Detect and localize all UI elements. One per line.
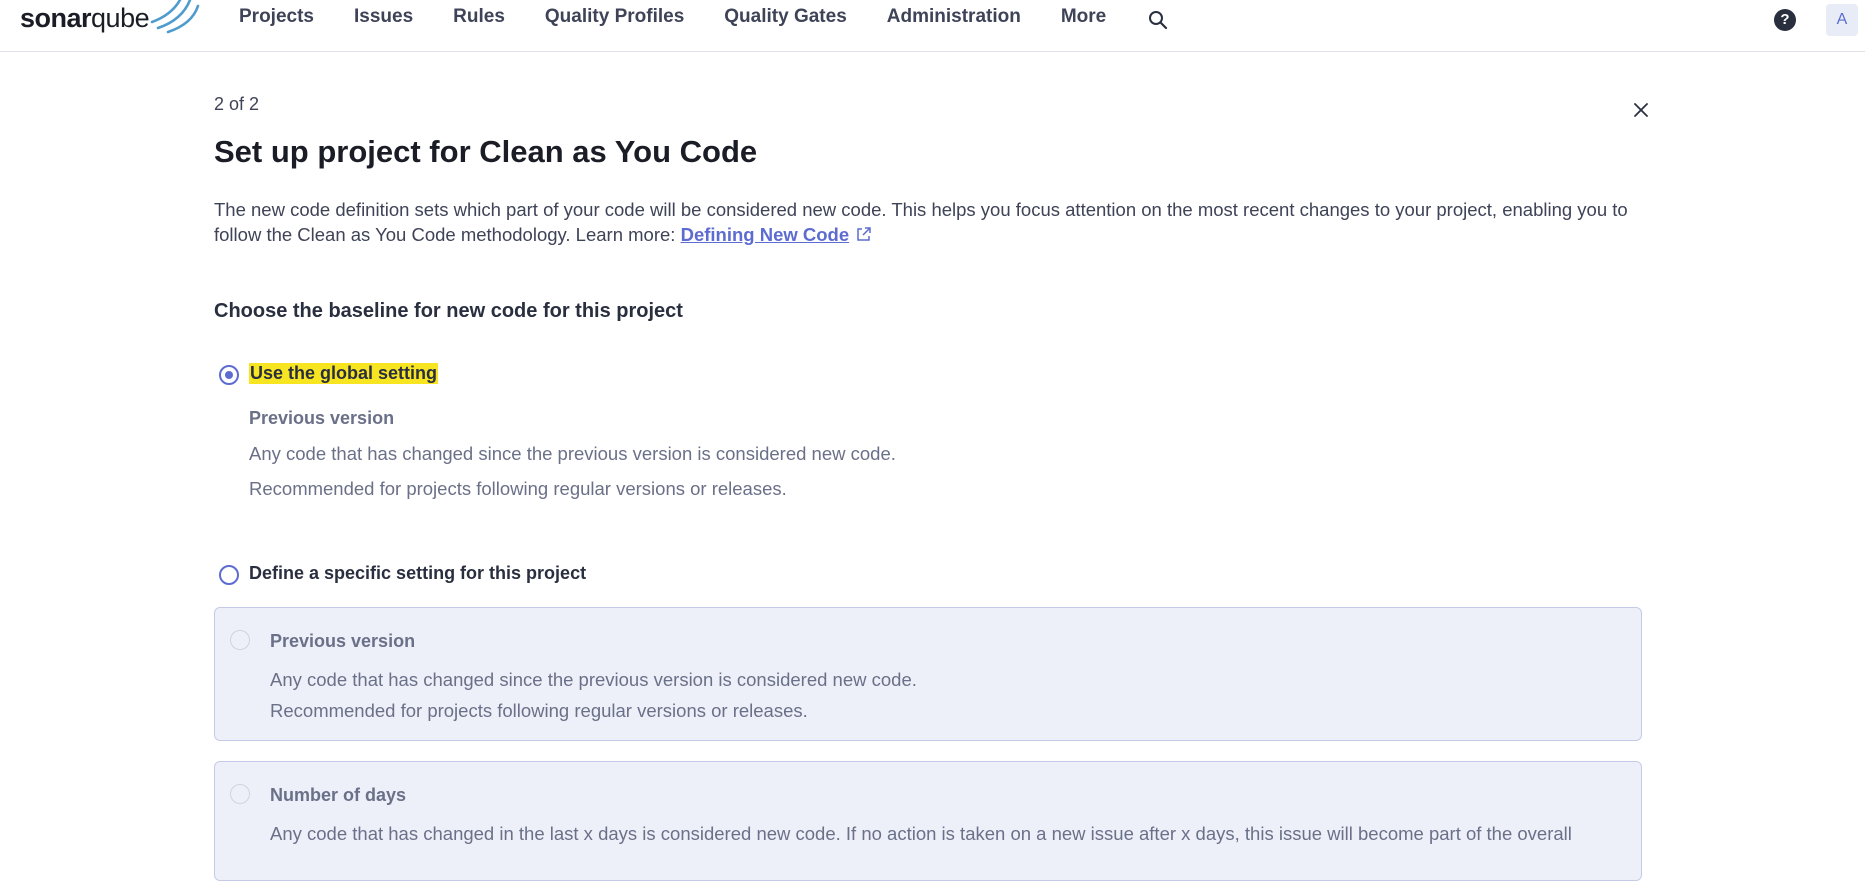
global-setting-type: Previous version [249, 408, 395, 428]
user-avatar[interactable]: A [1826, 4, 1858, 36]
top-navigation-bar: sonarqube Projects Issues Rules Quality … [0, 0, 1865, 52]
nav-more[interactable]: More [1061, 6, 1106, 28]
number-of-days-title: Number of days [270, 785, 407, 805]
logo-text-thin: qube [91, 3, 150, 33]
nav-administration[interactable]: Administration [887, 6, 1021, 28]
help-icon[interactable]: ? [1774, 9, 1796, 31]
external-link-icon[interactable] [855, 226, 872, 243]
nav-quality-profiles[interactable]: Quality Profiles [545, 6, 684, 28]
previous-version-option-card[interactable]: Previous version Any code that has chang… [214, 607, 1642, 741]
step-indicator: 2 of 2 [214, 94, 260, 114]
number-of-days-radio[interactable] [230, 784, 250, 804]
sonarqube-logo[interactable]: sonarqube [20, 0, 200, 38]
close-icon[interactable] [1631, 100, 1651, 120]
number-of-days-option-card[interactable]: Number of days Any code that has changed… [214, 761, 1642, 881]
number-of-days-description: Any code that has changed in the last x … [270, 823, 1572, 844]
logo-waves-icon [150, 0, 200, 34]
description-body: The new code definition sets which part … [214, 199, 1628, 245]
page-title: Set up project for Clean as You Code [214, 134, 758, 169]
specific-setting-label[interactable]: Define a specific setting for this proje… [249, 563, 586, 584]
search-icon[interactable] [1147, 9, 1169, 31]
global-setting-recommendation: Recommended for projects following regul… [249, 478, 787, 499]
global-setting-radio[interactable] [219, 365, 239, 385]
global-setting-description: Any code that has changed since the prev… [249, 443, 896, 464]
global-setting-label[interactable]: Use the global setting [249, 363, 439, 384]
nav-rules[interactable]: Rules [453, 6, 505, 28]
main-nav: Projects Issues Rules Quality Profiles Q… [239, 0, 1146, 34]
logo-text-bold: sonar [20, 3, 92, 33]
description-text: The new code definition sets which part … [214, 197, 1674, 247]
defining-new-code-link[interactable]: Defining New Code [681, 224, 850, 245]
specific-setting-radio[interactable] [219, 565, 239, 585]
baseline-section-heading: Choose the baseline for new code for thi… [214, 300, 683, 322]
nav-quality-gates[interactable]: Quality Gates [724, 6, 847, 28]
previous-version-description: Any code that has changed since the prev… [270, 669, 917, 690]
nav-issues[interactable]: Issues [354, 6, 413, 28]
nav-projects[interactable]: Projects [239, 6, 314, 28]
previous-version-radio[interactable] [230, 630, 250, 650]
previous-version-recommendation: Recommended for projects following regul… [270, 700, 808, 721]
previous-version-title: Previous version [270, 631, 416, 651]
